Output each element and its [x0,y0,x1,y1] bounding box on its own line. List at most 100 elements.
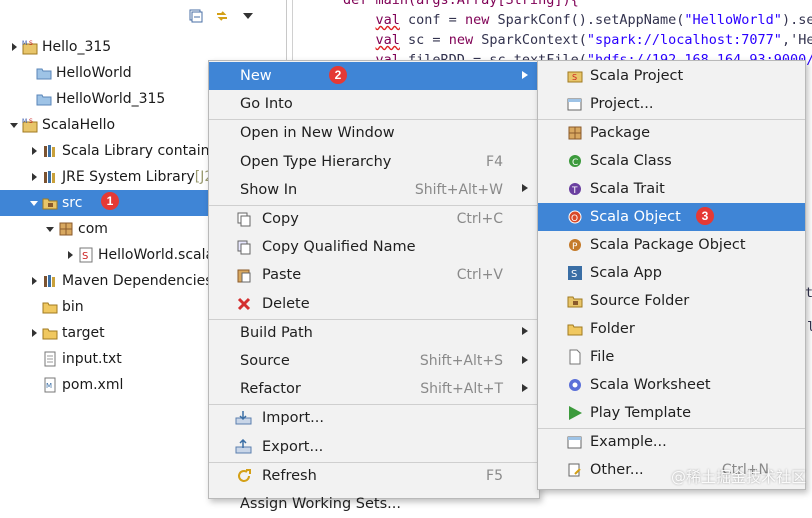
view-menu-icon[interactable] [240,8,256,24]
submenu-arrow-icon [521,355,529,368]
folder-icon [42,325,58,341]
project-icon [566,95,584,113]
menu-item-label: Scala Object [590,209,681,225]
menu-item-open-type-hierarchy[interactable]: Open Type Hierarchy F4 [209,148,539,176]
svg-text:M: M [22,40,27,47]
tree-item-label: HelloWorld.scala [98,247,215,263]
tree-item-label: ScalaHello [42,117,116,133]
menu-item-source-folder[interactable]: Source Folder [538,287,805,315]
scala-worksheet-icon [566,376,584,394]
paste-icon [235,266,253,284]
menu-item-shortcut: Shift+Alt+S [419,353,503,369]
menu-item-copy-qualified-name[interactable]: Copy Qualified Name [209,233,539,261]
code-fragment: l [807,319,812,335]
expand-arrow-icon[interactable] [44,223,56,235]
menu-item-export[interactable]: Export... [209,433,539,461]
folder-icon [42,299,58,315]
menu-item-shortcut: Shift+Alt+T [420,381,503,398]
collapse-arrow-icon[interactable] [28,145,40,157]
svg-text:S: S [29,118,33,125]
code-line: def main(args:Array[String]){ [343,0,579,8]
submenu-arrow-icon [521,70,529,83]
collapse-arrow-icon[interactable] [28,171,40,183]
menu-item-label: Refactor [240,381,301,398]
menu-item-scala-worksheet[interactable]: Scala Worksheet [538,371,805,399]
menu-item-label: Folder [590,321,635,337]
menu-item-open-in-new-window[interactable]: Open in New Window [209,119,539,147]
code-token: "spark://localhost:7077" [586,32,782,48]
menu-item-file[interactable]: File [538,343,805,371]
menu-item-refresh[interactable]: Refresh F5 [209,462,539,490]
expand-arrow-icon[interactable] [28,197,40,209]
svg-text:S: S [571,269,577,280]
menu-item-show-in[interactable]: Show In Shift+Alt+W [209,176,539,204]
collapse-arrow-icon [22,67,34,79]
scala-app-icon: S [566,264,584,282]
menu-item-label: Copy [262,211,299,227]
menu-item-scala-trait[interactable]: T Scala Trait [538,175,805,203]
menu-item-scala-app[interactable]: S Scala App [538,259,805,287]
menu-item-copy[interactable]: Copy Ctrl+C [209,205,539,233]
menu-item-new[interactable]: New [209,62,539,90]
expand-arrow-icon[interactable] [8,119,20,131]
menu-item-label: File [590,349,615,365]
code-token: new [448,32,474,48]
collapse-all-icon[interactable] [188,8,204,24]
collapse-arrow-icon[interactable] [64,249,76,261]
menu-item-folder[interactable]: Folder [538,315,805,343]
collapse-arrow-icon[interactable] [28,327,40,339]
code-line: val conf = new SparkConf().setAppName("H… [343,12,812,28]
menu-item-scala-object[interactable]: O Scala Object [538,203,805,231]
menu-item-scala-class[interactable]: C Scala Class [538,147,805,175]
menu-item-label: Source [240,353,290,369]
collapse-arrow-icon[interactable] [8,41,20,53]
folder-project-icon [36,91,52,107]
menu-item-label: Other... [590,462,644,478]
menu-item-label: Open Type Hierarchy [240,153,392,170]
code-token: def main(args:Array[String]){ [343,0,579,8]
collapse-arrow-icon [28,379,40,391]
menu-item-scala-package-object[interactable]: P Scala Package Object [538,231,805,259]
svg-text:M: M [22,118,27,125]
svg-text:S: S [82,251,88,262]
menu-item-go-into[interactable]: Go Into [209,90,539,118]
new-submenu: S Scala Project Project... Package C Scala Cl… [537,60,806,490]
menu-item-label: Scala Class [590,153,672,169]
watermark: @稀土掘金技术社区 [670,468,806,486]
package-icon [58,221,74,237]
menu-item-paste[interactable]: Paste Ctrl+V [209,261,539,289]
menu-item-assign-working-sets[interactable]: Assign Working Sets... [209,490,539,518]
export-icon [235,438,253,456]
link-with-editor-icon[interactable] [214,8,230,24]
menu-item-build-path[interactable]: Build Path [209,319,539,347]
menu-item-label: Build Path [240,324,313,341]
menu-item-scala-project[interactable]: S Scala Project [538,62,805,90]
menu-item-project[interactable]: Project... [538,90,805,118]
code-token: ).se [781,12,812,28]
tree-item-label: bin [62,299,84,315]
collapse-arrow-icon [28,301,40,313]
menu-item-example[interactable]: Example... [538,428,805,456]
menu-item-source[interactable]: Source Shift+Alt+S [209,347,539,375]
code-token: val [375,12,400,28]
menu-item-play-template[interactable]: Play Template [538,399,805,427]
example-icon [566,433,584,451]
text-file-icon [42,351,58,367]
menu-item-label: Scala Trait [590,181,665,197]
tree-item[interactable]: M S Hello_315 [0,34,294,60]
menu-item-import[interactable]: Import... [209,404,539,432]
menu-item-label: Scala App [590,265,662,281]
scala-object-icon: O [566,208,584,226]
code-token: ,'Hel [781,32,812,48]
submenu-arrow-icon [521,183,529,196]
tree-item-label: Maven Dependencies [62,273,213,289]
collapse-arrow-icon[interactable] [28,275,40,287]
menu-item-delete[interactable]: Delete [209,290,539,318]
menu-item-package[interactable]: Package [538,119,805,147]
code-fragment: te [805,285,812,301]
menu-item-refactor[interactable]: Refactor Shift+Alt+T [209,375,539,403]
tree-item-label: HelloWorld [56,65,132,81]
play-template-icon [566,404,584,422]
library-icon [42,169,58,185]
menu-item-shortcut: Shift+Alt+W [414,181,503,198]
